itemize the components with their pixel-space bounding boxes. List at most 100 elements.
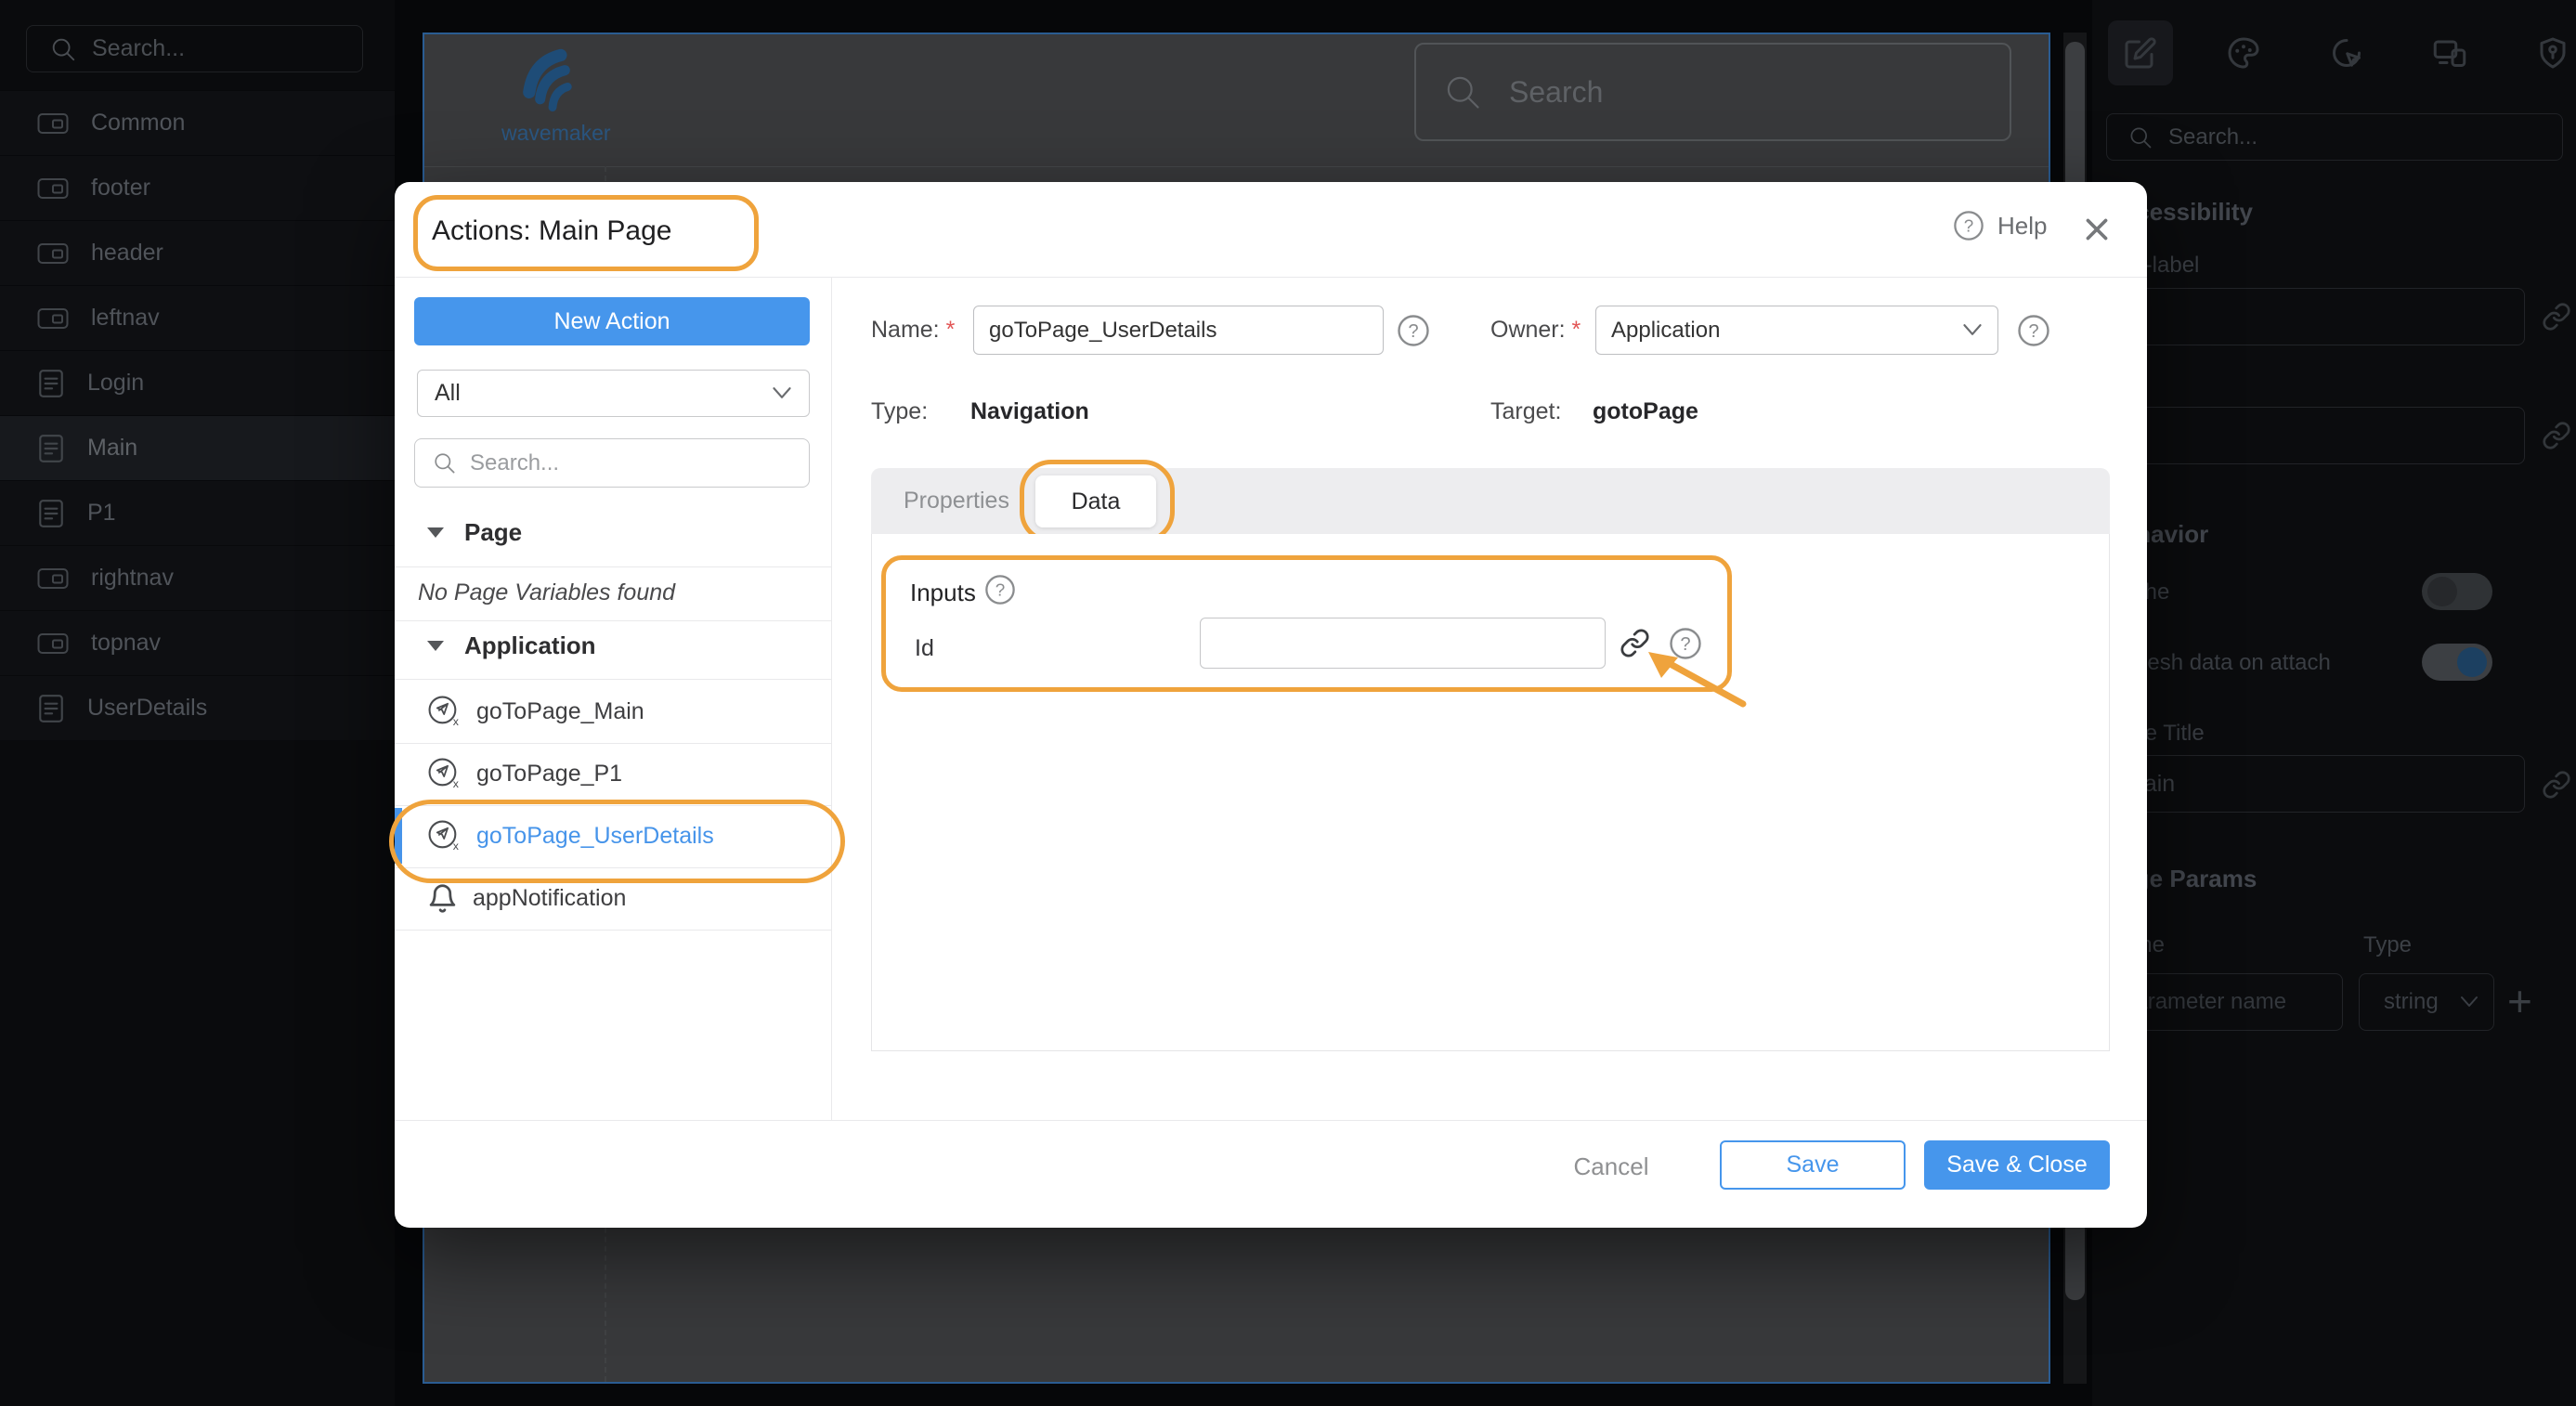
action-item-label: goToPage_UserDetails [476, 823, 714, 850]
properties-panel: Accessibility Aria-label Hint Behavior C… [2092, 0, 2576, 1406]
dialog-title: Actions: Main Page [432, 215, 671, 247]
wavemaker-logo: wavemaker [501, 48, 604, 146]
palette-icon [2227, 36, 2260, 70]
edit-icon [2124, 36, 2157, 70]
bind-link-icon[interactable] [2542, 770, 2571, 800]
search-icon [49, 35, 77, 63]
owner-select[interactable]: Application [1595, 306, 1998, 355]
sidebar-item-label: P1 [87, 500, 116, 527]
sidebar-item-leftnav[interactable]: leftnav [0, 285, 395, 350]
application-section-label: Application [464, 631, 596, 660]
pointer-icon [2330, 36, 2363, 70]
action-name-input[interactable] [973, 306, 1384, 355]
action-search-input[interactable] [470, 450, 776, 476]
hint-field[interactable] [2105, 407, 2525, 464]
tab-interactions[interactable] [2314, 20, 2379, 85]
save-button[interactable]: Save [1720, 1140, 1906, 1190]
bind-link-icon[interactable] [2542, 421, 2571, 450]
sidebar-item-label: Common [91, 110, 185, 137]
footer-divider [395, 1120, 2147, 1121]
caret-down-icon [427, 641, 444, 651]
page-icon [37, 694, 65, 723]
close-icon [2081, 214, 2113, 245]
navigation-send-icon [427, 757, 462, 791]
inputs-title: Inputs [910, 579, 976, 607]
help-circle-icon[interactable] [984, 574, 1016, 605]
sidebar-item-userdetails[interactable]: UserDetails [0, 675, 395, 740]
page-section-label: Page [464, 518, 522, 547]
tab-properties[interactable]: Properties [904, 468, 1009, 534]
action-filter-select[interactable]: All [417, 370, 810, 417]
bind-link-icon[interactable] [2542, 302, 2571, 332]
wavemaker-wave-icon [519, 48, 586, 117]
selected-item-indicator [395, 808, 402, 864]
sidebar-item-label: Login [87, 370, 144, 397]
navigation-send-icon [427, 819, 462, 853]
application-section-header[interactable]: Application [427, 631, 596, 660]
properties-search[interactable] [2106, 113, 2563, 161]
sidebar-search-input[interactable] [92, 35, 333, 62]
param-type-value: string [2384, 989, 2439, 1015]
tab-styles[interactable] [2211, 20, 2276, 85]
data-tab-panel: Inputs Id [871, 534, 2110, 1051]
sidebar-item-common[interactable]: Common [0, 90, 395, 155]
sidebar-search[interactable] [26, 25, 363, 72]
partial-icon [37, 111, 69, 136]
sidebar-item-topnav[interactable]: topnav [0, 610, 395, 675]
page-empty-message: No Page Variables found [418, 579, 675, 606]
action-item-gotopage-main[interactable]: goToPage_Main [395, 681, 831, 743]
wavemaker-logo-label: wavemaker [501, 121, 604, 146]
id-input[interactable] [1200, 618, 1606, 669]
action-item-gotopage-userdetails[interactable]: goToPage_UserDetails [395, 805, 831, 867]
save-and-close-button[interactable]: Save & Close [1924, 1140, 2110, 1190]
action-search[interactable] [414, 438, 810, 488]
close-button[interactable] [2077, 210, 2116, 249]
action-item-gotopage-p1[interactable]: goToPage_P1 [395, 743, 831, 805]
aria-label-field[interactable] [2105, 288, 2525, 345]
properties-search-input[interactable] [2168, 124, 2521, 150]
type-label: Type: [871, 398, 928, 425]
toggle-knob [2427, 577, 2457, 606]
partial-icon [37, 566, 69, 591]
sidebar-item-main[interactable]: Main [0, 415, 395, 480]
sidebar-item-login[interactable]: Login [0, 350, 395, 415]
sidebar-item-label: header [91, 240, 163, 267]
sidebar-item-label: leftnav [91, 305, 160, 332]
sidebar-item-label: topnav [91, 630, 161, 657]
chevron-down-icon [772, 386, 792, 400]
add-param-button[interactable]: + [2507, 976, 2532, 1026]
cancel-button[interactable]: Cancel [1555, 1144, 1667, 1189]
action-item-appnotification[interactable]: appNotification [395, 867, 831, 930]
type-value: Navigation [970, 398, 1089, 425]
help-circle-icon[interactable] [1669, 627, 1702, 660]
pages-list: Common footer header leftnav Login Main … [0, 90, 395, 740]
new-action-button[interactable]: New Action [414, 297, 810, 345]
shield-key-icon [2536, 36, 2569, 70]
help-circle-icon[interactable] [2017, 314, 2050, 347]
sidebar-item-p1[interactable]: P1 [0, 480, 395, 545]
required-marker: * [1572, 317, 1581, 343]
sidebar-item-header[interactable]: header [0, 220, 395, 285]
param-type-select[interactable]: string [2359, 973, 2494, 1031]
sidebar-item-rightnav[interactable]: rightnav [0, 545, 395, 610]
tab-markup-edit[interactable] [2108, 20, 2173, 85]
list-divider [395, 566, 831, 567]
page-section-header[interactable]: Page [427, 518, 522, 547]
panel-divider [831, 277, 832, 1120]
canvas-search-widget[interactable]: Search [1414, 43, 2011, 141]
owner-value: Application [1611, 318, 1720, 344]
help-button[interactable]: Help [1953, 210, 2047, 241]
list-divider [395, 930, 831, 931]
tab-data[interactable]: Data [1035, 475, 1156, 527]
refresh-data-toggle[interactable] [2422, 644, 2492, 681]
tab-devices[interactable] [2417, 20, 2482, 85]
tab-security[interactable] [2520, 20, 2576, 85]
navigation-send-icon [427, 695, 462, 729]
search-icon [2127, 124, 2153, 150]
help-circle-icon[interactable] [1397, 314, 1430, 347]
cache-toggle[interactable] [2422, 573, 2492, 610]
sidebar-item-footer[interactable]: footer [0, 155, 395, 220]
page-icon [37, 369, 65, 398]
bind-link-icon[interactable] [1620, 628, 1650, 658]
page-title-field[interactable]: Main [2105, 755, 2525, 813]
